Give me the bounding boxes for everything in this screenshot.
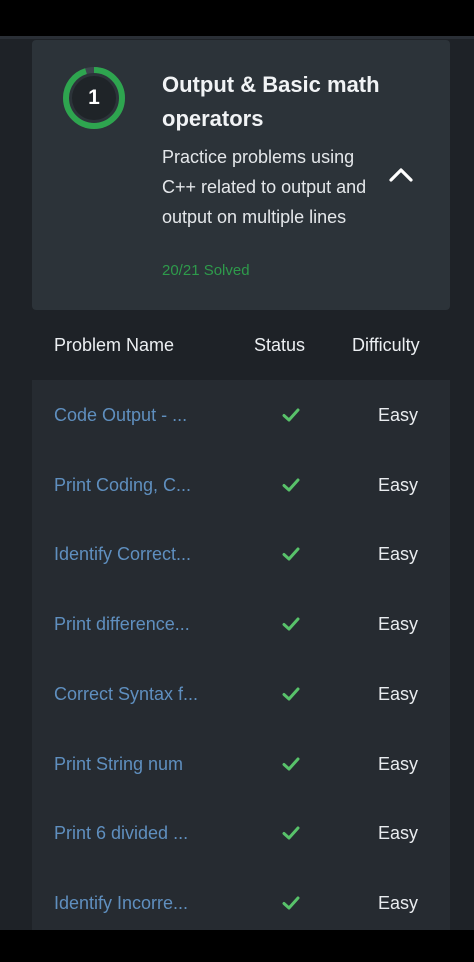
- check-icon: [282, 617, 300, 631]
- table-row[interactable]: Print difference... Easy: [32, 589, 450, 659]
- problem-name-link[interactable]: Print 6 divided ...: [54, 798, 188, 868]
- table-row[interactable]: Correct Syntax f... Easy: [32, 659, 450, 729]
- collapse-button[interactable]: [384, 158, 418, 192]
- difficulty-label: Easy: [378, 684, 419, 704]
- column-header-status[interactable]: Status: [254, 310, 305, 380]
- problem-name-link[interactable]: Print difference...: [54, 589, 190, 659]
- module-title: Output & Basic math operators: [162, 72, 380, 131]
- difficulty-label: Easy: [378, 754, 419, 774]
- solved-count: 20/21 Solved: [162, 262, 250, 279]
- check-icon: [282, 896, 300, 910]
- table-header: Problem Name Status Difficulty: [0, 310, 474, 380]
- problem-name-link[interactable]: Identify Incorre...: [54, 868, 188, 930]
- table-row[interactable]: Code Output - ... Easy: [32, 380, 450, 450]
- check-icon: [282, 478, 300, 492]
- table-row[interactable]: Print Coding, C... Easy: [32, 450, 450, 520]
- problem-list-screen: 1 Output & Basic math operators Practice…: [0, 36, 474, 930]
- table-row[interactable]: Identify Correct... Easy: [32, 519, 450, 589]
- difficulty-label: Easy: [378, 823, 419, 843]
- column-header-difficulty[interactable]: Difficulty: [352, 310, 420, 380]
- module-number: 1: [88, 86, 100, 109]
- column-header-name[interactable]: Problem Name: [54, 310, 174, 380]
- difficulty-label: Easy: [378, 475, 419, 495]
- difficulty-label: Easy: [378, 614, 419, 634]
- problem-name-link[interactable]: Print Coding, C...: [54, 450, 191, 520]
- problem-table-body: Code Output - ... Easy Print Coding, C..…: [32, 380, 450, 930]
- chevron-up-icon: [389, 168, 413, 182]
- difficulty-label: Easy: [378, 544, 419, 564]
- check-icon: [282, 687, 300, 701]
- bottom-bar: [0, 930, 474, 962]
- module-description: Practice problems using C++ related to o…: [162, 147, 367, 227]
- check-icon: [282, 826, 300, 840]
- difficulty-label: Easy: [378, 405, 419, 425]
- problem-name-link[interactable]: Identify Correct...: [54, 519, 191, 589]
- difficulty-label: Easy: [378, 893, 419, 913]
- progress-ring: 1: [62, 66, 126, 130]
- module-card[interactable]: 1 Output & Basic math operators Practice…: [32, 40, 450, 310]
- table-row[interactable]: Identify Incorre... Easy: [32, 868, 450, 930]
- problem-name-link[interactable]: Correct Syntax f...: [54, 659, 198, 729]
- table-row[interactable]: Print 6 divided ... Easy: [32, 798, 450, 868]
- check-icon: [282, 757, 300, 771]
- check-icon: [282, 408, 300, 422]
- check-icon: [282, 547, 300, 561]
- problem-name-link[interactable]: Print String num: [54, 729, 183, 799]
- top-divider: [0, 36, 474, 39]
- table-row[interactable]: Print String num Easy: [32, 729, 450, 799]
- problem-name-link[interactable]: Code Output - ...: [54, 380, 187, 450]
